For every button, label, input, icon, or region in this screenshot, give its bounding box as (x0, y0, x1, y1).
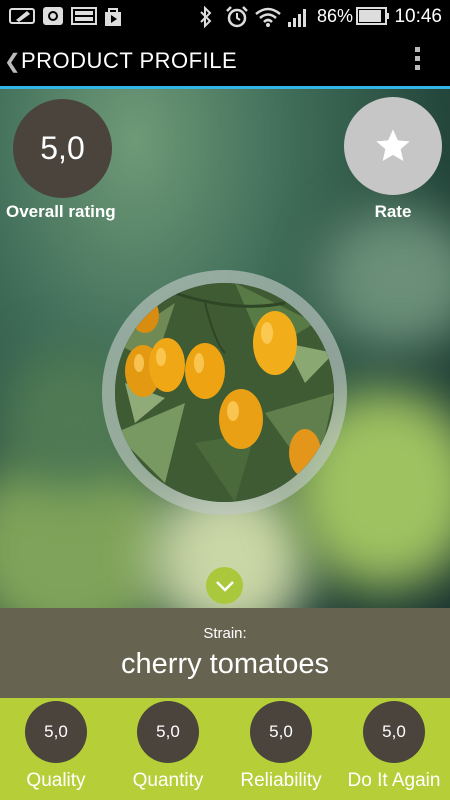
chevron-down-icon (215, 580, 234, 592)
battery-percent: 86% (317, 6, 354, 26)
overall-rating-label: Overall rating (6, 202, 116, 221)
yellow-cherry-tomatoes-photo (115, 283, 334, 502)
chevron-left-icon[interactable]: ❮ (4, 49, 21, 74)
status-bar: 86% 10:46 (0, 0, 450, 33)
image-icon (71, 7, 97, 25)
rating-label: Quality (26, 770, 86, 791)
rating-label: Quantity (132, 770, 204, 791)
ratings-bar: 5,0 Quality 5,0 Quantity 5,0 Reliability… (0, 698, 450, 800)
page-title: PRODUCT PROFILE (21, 48, 238, 73)
rating-circle: 5,0 (25, 701, 87, 763)
pencil-icon (9, 8, 35, 24)
rating-quantity[interactable]: 5,0 Quantity (112, 698, 224, 800)
play-store-icon (105, 8, 121, 26)
rating-do-it-again[interactable]: 5,0 Do It Again (338, 698, 450, 800)
overflow-menu-icon[interactable] (414, 47, 422, 75)
camera-icon (43, 7, 63, 25)
status-clock: 10:46 (394, 6, 442, 27)
star-icon (376, 129, 410, 161)
rate-button[interactable] (344, 97, 442, 195)
strain-name: cherry tomatoes (121, 648, 329, 680)
strain-label: Strain: (203, 625, 247, 642)
bluetooth-icon (200, 6, 212, 28)
alarm-icon (226, 6, 248, 28)
wifi-icon (255, 7, 281, 27)
overall-rating-value: 5,0 (40, 130, 85, 166)
action-bar: ❮ PRODUCT PROFILE (0, 33, 450, 89)
rate-label: Rate (374, 202, 412, 221)
expand-button[interactable] (206, 567, 243, 604)
rating-circle: 5,0 (250, 701, 312, 763)
product-image (115, 283, 334, 502)
overall-rating-circle: 5,0 (13, 99, 112, 198)
signal-icon (288, 9, 306, 27)
rating-circle: 5,0 (363, 701, 425, 763)
rating-label: Do It Again (347, 770, 441, 791)
rating-label: Reliability (240, 770, 322, 791)
strain-panel: Strain: cherry tomatoes (0, 608, 450, 698)
rating-circle: 5,0 (137, 701, 199, 763)
battery-icon (356, 7, 389, 25)
rating-quality[interactable]: 5,0 Quality (0, 698, 112, 800)
rating-reliability[interactable]: 5,0 Reliability (225, 698, 337, 800)
